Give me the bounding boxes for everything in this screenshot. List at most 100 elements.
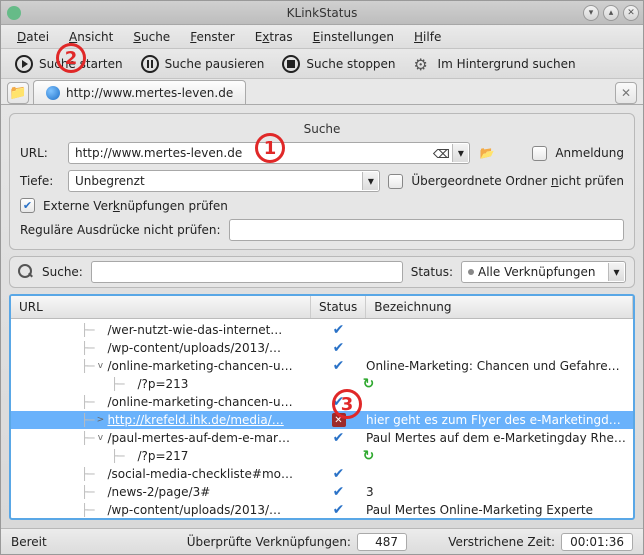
menu-extras[interactable]: Extras: [245, 27, 303, 47]
table-row[interactable]: ├─/?p=217↻: [11, 447, 633, 465]
regex-label: Reguläre Ausdrücke nicht prüfen:: [20, 223, 221, 237]
chevron-down-icon[interactable]: ▾: [452, 144, 468, 162]
check-icon: ✔: [333, 358, 345, 374]
check-icon: ✔: [333, 430, 345, 446]
row-url: /wer-nutzt-wie-das-internet…: [107, 323, 282, 337]
search-group: Suche URL: http://www.mertes-leven.de ⌫ …: [9, 113, 635, 250]
row-label: hier geht es zum Flyer des e-Marketingda…: [366, 413, 633, 427]
row-url: /social-media-checkliste#mo…: [107, 467, 293, 481]
table-row[interactable]: ├─>http://krefeld.ihk.de/media/…✕hier ge…: [11, 411, 633, 429]
tree-expander[interactable]: >: [95, 415, 105, 425]
maximize-button[interactable]: ▴: [603, 5, 619, 21]
row-url: /online-marketing-chancen-u…: [107, 359, 292, 373]
row-url: /paul-mertes-auf-dem-e-mar…: [107, 431, 290, 445]
col-status[interactable]: Status: [311, 296, 366, 318]
elapsed-value: 00:01:36: [561, 533, 633, 551]
depth-label: Tiefe:: [20, 174, 60, 188]
row-label: 3: [366, 485, 633, 499]
table-row[interactable]: ├─v/online-marketing-chancen-u…✔Online-M…: [11, 357, 633, 375]
close-button[interactable]: ✕: [623, 5, 639, 21]
redirect-icon: ↻: [363, 448, 375, 464]
external-checkbox[interactable]: ✔: [20, 198, 35, 213]
menubar: Datei Ansicht Suche Fenster Extras Einst…: [1, 25, 643, 49]
row-url: /wp-content/uploads/2013/…: [107, 341, 281, 355]
menu-help[interactable]: Hilfe: [404, 27, 451, 47]
filter-status-label: Status:: [411, 265, 453, 279]
table-row[interactable]: ├─/wer-nutzt-wie-das-internet…✔: [11, 321, 633, 339]
status-dot-icon: [468, 269, 474, 275]
filter-bar: Suche: Status: Alle Verknüpfungen ▾: [9, 256, 635, 288]
search-icon: [18, 264, 34, 280]
row-url: /?p=213: [137, 377, 188, 391]
status-ready: Bereit: [11, 535, 47, 549]
table-row[interactable]: ├─/wp-content/uploads/2013/…✔: [11, 339, 633, 357]
login-label: Anmeldung: [555, 146, 624, 160]
url-input[interactable]: http://www.mertes-leven.de ⌫ ▾: [68, 142, 470, 164]
col-label[interactable]: Bezeichnung: [366, 296, 633, 318]
menu-settings[interactable]: Einstellungen: [303, 27, 404, 47]
table-row[interactable]: ├─/online-marketing-chancen-u…✔: [11, 393, 633, 411]
chevron-down-icon[interactable]: ▾: [362, 172, 378, 190]
regex-input[interactable]: [229, 219, 624, 241]
row-label: Paul Mertes auf dem e-Marketingday Rhein…: [366, 431, 633, 445]
tab-close-button[interactable]: ✕: [615, 82, 637, 104]
parent-checkbox[interactable]: [388, 174, 403, 189]
check-icon: ✔: [333, 502, 345, 518]
row-label: Online-Marketing: Chancen und Gefahren f…: [366, 359, 633, 373]
depth-select[interactable]: Unbegrenzt ▾: [68, 170, 380, 192]
table-row[interactable]: ├─/social-media-checkliste#mo…✔: [11, 465, 633, 483]
table-row[interactable]: ├─/news-2/page/3#✔3: [11, 483, 633, 501]
stop-search-button[interactable]: Suche stoppen: [276, 52, 401, 76]
tab-label: http://www.mertes-leven.de: [66, 86, 233, 100]
row-url: http://krefeld.ihk.de/media/…: [107, 413, 283, 427]
elapsed-label: Verstrichene Zeit:: [448, 535, 555, 549]
new-tab-button[interactable]: 📁: [7, 82, 29, 104]
check-icon: ✔: [333, 322, 345, 338]
background-search-button[interactable]: ⚙Im Hintergrund suchen: [408, 52, 582, 76]
globe-icon: [46, 86, 60, 100]
table-row[interactable]: ├─/wp-content/uploads/2013/…✔Paul Mertes…: [11, 501, 633, 518]
window-title: KLinkStatus: [287, 6, 358, 20]
statusbar: Bereit Überprüfte Verknüpfungen:487 Vers…: [1, 528, 643, 554]
gear-icon: ⚙: [414, 55, 432, 73]
error-icon: ✕: [332, 413, 346, 427]
table-row[interactable]: ├─/?p=213↻: [11, 375, 633, 393]
menu-window[interactable]: Fenster: [180, 27, 245, 47]
minimize-button[interactable]: ▾: [583, 5, 599, 21]
play-icon: [15, 55, 33, 73]
login-checkbox[interactable]: [532, 146, 547, 161]
row-url: /news-2/page/3#: [107, 485, 210, 499]
check-icon: ✔: [333, 484, 345, 500]
row-label: Paul Mertes Online-Marketing Experte: [366, 503, 633, 517]
col-url[interactable]: URL: [11, 296, 311, 318]
parent-label: Übergeordnete Ordner nicht prüfen: [411, 174, 624, 188]
check-icon: ✔: [333, 466, 345, 482]
results-table: URL Status Bezeichnung ├─/wer-nutzt-wie-…: [9, 294, 635, 520]
redirect-icon: ↻: [363, 376, 375, 392]
chevron-down-icon[interactable]: ▾: [608, 263, 624, 281]
filter-status-select[interactable]: Alle Verknüpfungen ▾: [461, 261, 626, 283]
tree-expander[interactable]: v: [95, 433, 105, 443]
pause-search-button[interactable]: Suche pausieren: [135, 52, 271, 76]
filter-search-label: Suche:: [42, 265, 83, 279]
url-label: URL:: [20, 146, 60, 160]
table-row[interactable]: ├─v/paul-mertes-auf-dem-e-mar…✔Paul Mert…: [11, 429, 633, 447]
pause-icon: [141, 55, 159, 73]
external-label: Externe Verknüpfungen prüfen: [43, 199, 228, 213]
check-icon: ✔: [333, 340, 345, 356]
tab-active[interactable]: http://www.mertes-leven.de: [33, 80, 246, 104]
filter-search-input[interactable]: [91, 261, 403, 283]
toolbar: Suche starten Suche pausieren Suche stop…: [1, 49, 643, 79]
row-url: /online-marketing-chancen-u…: [107, 395, 292, 409]
tree-expander[interactable]: v: [95, 361, 105, 371]
open-file-icon[interactable]: 📂: [478, 144, 496, 162]
clear-url-icon[interactable]: ⌫: [433, 146, 449, 162]
stop-icon: [282, 55, 300, 73]
menu-search[interactable]: Suche: [123, 27, 180, 47]
menu-file[interactable]: Datei: [7, 27, 59, 47]
row-url: /?p=217: [137, 449, 188, 463]
start-search-button[interactable]: Suche starten: [9, 52, 129, 76]
menu-view[interactable]: Ansicht: [59, 27, 123, 47]
check-icon: ✔: [333, 394, 345, 410]
checked-value: 487: [357, 533, 407, 551]
